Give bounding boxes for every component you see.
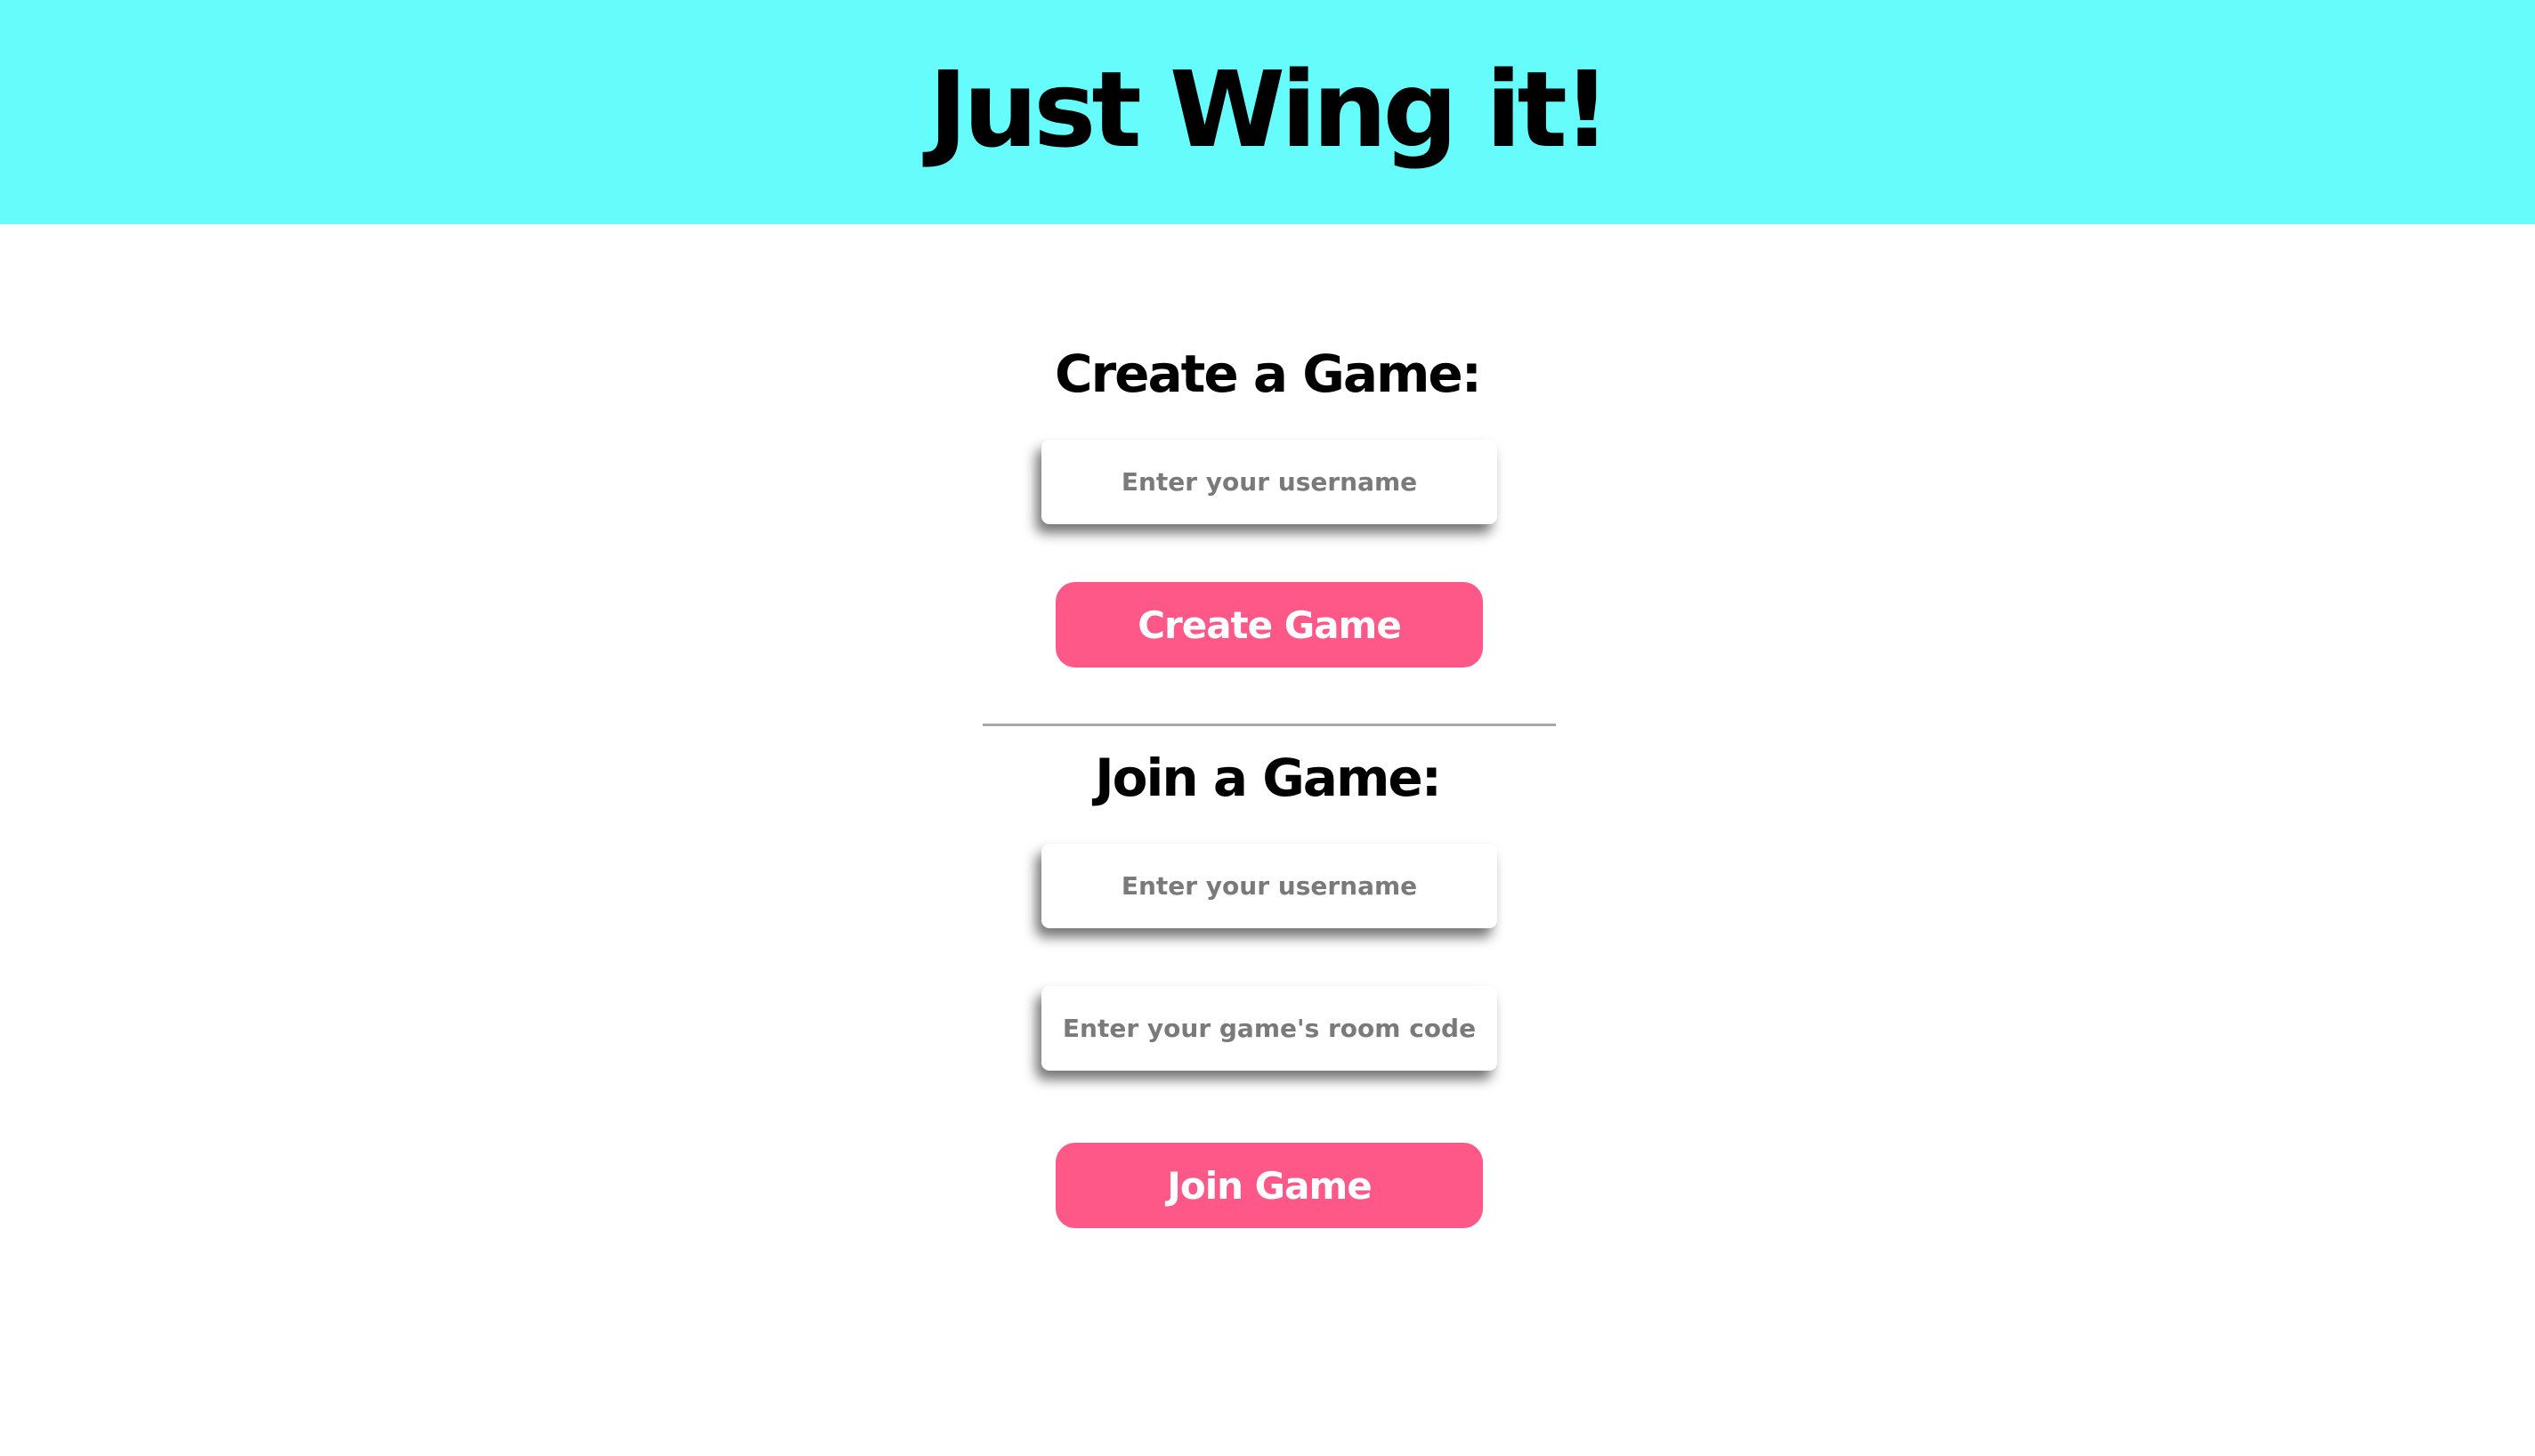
join-game-button[interactable]: Join Game [1056,1143,1483,1228]
join-username-input[interactable] [1041,844,1497,928]
create-game-button[interactable]: Create Game [1056,582,1483,667]
join-game-heading: Join a Game: [1095,748,1442,808]
app-title: Just Wing it! [928,48,1610,171]
room-code-input[interactable] [1041,986,1497,1071]
create-game-heading: Create a Game: [1055,344,1482,404]
create-username-input[interactable] [1041,440,1497,524]
section-divider [983,724,1556,726]
app-header: Just Wing it! [0,0,2535,224]
